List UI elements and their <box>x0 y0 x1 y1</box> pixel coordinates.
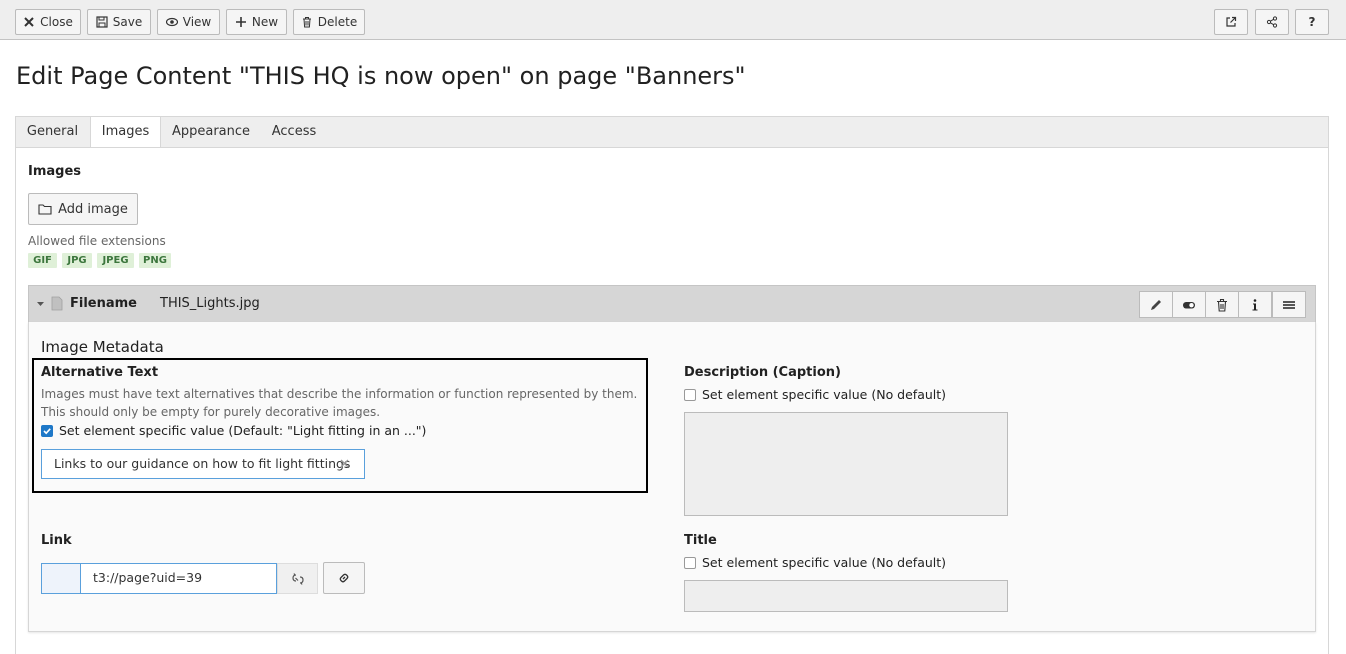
toolbar: Close Save View New Delete ? <box>0 0 1346 40</box>
alternative-text-label: Alternative Text <box>41 365 159 380</box>
tab-images-label: Images <box>101 124 150 139</box>
new-button-label: New <box>251 15 279 29</box>
save-button-label: Save <box>112 15 143 29</box>
tab-access-label: Access <box>271 124 317 139</box>
title-override-checkbox[interactable] <box>684 557 696 569</box>
alternative-text-input[interactable]: Links to our guidance on how to fit ligh… <box>41 449 365 479</box>
title-label: Title <box>684 533 717 548</box>
link-browser-button[interactable] <box>323 562 365 594</box>
link-label: Link <box>41 533 72 548</box>
save-button[interactable]: Save <box>87 9 151 35</box>
link-input[interactable]: t3://page?uid=39 <box>80 563 277 594</box>
trash-icon <box>1217 298 1227 312</box>
view-button[interactable]: View <box>157 9 220 35</box>
tab-bar: General Images Appearance Access <box>15 116 1329 148</box>
tab-appearance[interactable]: Appearance <box>162 117 260 149</box>
extension-badge-gif: GIF <box>28 253 57 268</box>
toggle-icon <box>1183 301 1195 308</box>
image-metadata-heading: Image Metadata <box>41 338 164 356</box>
info-button[interactable] <box>1238 291 1272 318</box>
title-input[interactable] <box>684 580 1008 612</box>
folder-icon <box>38 204 52 215</box>
close-button-label: Close <box>40 15 73 29</box>
link-input-value: t3://page?uid=39 <box>93 570 203 585</box>
extension-badge-jpeg: JPEG <box>97 253 134 268</box>
tab-appearance-label: Appearance <box>171 124 251 139</box>
caret-down-icon[interactable] <box>36 300 45 308</box>
filename-value: THIS_Lights.jpg <box>160 296 260 311</box>
new-button[interactable]: New <box>226 9 287 35</box>
description-override-checkbox[interactable] <box>684 389 696 401</box>
file-icon <box>51 296 63 311</box>
trash-icon <box>302 17 311 28</box>
alternative-text-override-checkbox[interactable] <box>41 425 53 437</box>
images-section-label: Images <box>28 164 82 179</box>
clear-input-icon[interactable] <box>340 459 349 468</box>
external-link-icon <box>1226 16 1237 27</box>
tab-images[interactable]: Images <box>90 116 161 148</box>
tab-general[interactable]: General <box>16 117 89 149</box>
delete-record-button[interactable] <box>1205 291 1239 318</box>
edit-icon <box>1151 299 1161 310</box>
share-button[interactable] <box>1255 9 1289 35</box>
save-icon <box>96 16 108 28</box>
info-icon <box>1252 298 1258 310</box>
plus-icon <box>235 17 246 27</box>
alternative-text-override-label[interactable]: Set element specific value (Default: "Li… <box>59 423 426 438</box>
help-button[interactable]: ? <box>1295 9 1329 35</box>
link-icon <box>339 573 349 583</box>
add-image-button-label: Add image <box>58 201 128 217</box>
alternative-text-help-line-2: This should only be empty for purely dec… <box>41 405 381 419</box>
description-override-label[interactable]: Set element specific value (No default) <box>702 387 946 402</box>
link-unlink-button[interactable] <box>277 563 318 594</box>
description-label: Description (Caption) <box>684 365 841 380</box>
description-textarea[interactable] <box>684 412 1008 516</box>
add-image-button[interactable]: Add image <box>28 193 138 225</box>
close-icon <box>24 17 34 27</box>
view-button-label: View <box>182 15 212 29</box>
tab-access[interactable]: Access <box>262 117 326 149</box>
allowed-extensions-label: Allowed file extensions <box>28 234 166 248</box>
delete-button-label: Delete <box>317 15 358 29</box>
alternative-text-input-value: Links to our guidance on how to fit ligh… <box>54 456 351 471</box>
filename-label: Filename <box>70 296 137 311</box>
link-type-indicator <box>41 563 81 594</box>
toggle-visibility-button[interactable] <box>1172 291 1206 318</box>
extension-badge-jpg: JPG <box>62 253 92 268</box>
tab-general-label: General <box>26 124 79 139</box>
close-button[interactable]: Close <box>15 9 81 35</box>
edit-button[interactable] <box>1139 291 1173 318</box>
extension-badge-png: PNG <box>139 253 171 268</box>
page-title: Edit Page Content "THIS HQ is now open" … <box>16 62 746 90</box>
delete-button[interactable]: Delete <box>293 9 365 35</box>
menu-icon <box>1283 300 1295 309</box>
alternative-text-help-line-1: Images must have text alternatives that … <box>41 387 638 401</box>
file-record-header[interactable]: Filename THIS_Lights.jpg <box>28 285 1316 323</box>
open-in-new-window-button[interactable] <box>1214 9 1248 35</box>
unlink-icon <box>291 572 304 585</box>
eye-icon <box>165 17 178 27</box>
share-icon <box>1266 16 1278 28</box>
title-override-label[interactable]: Set element specific value (No default) <box>702 555 946 570</box>
help-button-label: ? <box>1308 15 1316 29</box>
checkmark-icon <box>43 428 51 435</box>
drag-handle-button[interactable] <box>1272 291 1306 318</box>
